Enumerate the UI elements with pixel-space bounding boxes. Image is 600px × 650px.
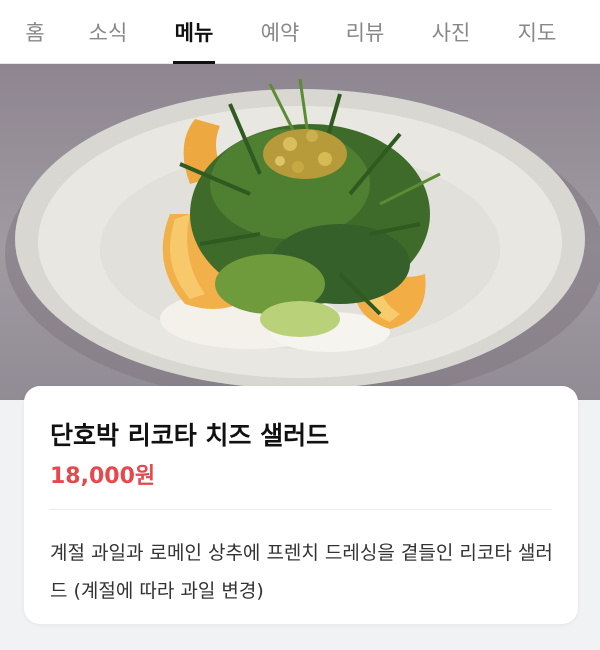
menu-item-description: 계절 과일과 로메인 상추에 프렌치 드레싱을 곁들인 리코타 샐러드 (계절에… [50, 542, 553, 602]
tab-label: 메뉴 [174, 21, 214, 45]
tab-label: 지도 [517, 21, 557, 45]
menu-item-photo[interactable] [0, 64, 600, 400]
tab-label: 리뷰 [345, 21, 385, 45]
tab-reviews[interactable]: 리뷰 [330, 0, 400, 64]
tab-label: 홈 [25, 21, 45, 45]
tab-label: 사진 [431, 21, 471, 45]
menu-item-card: 단호박 리코타 치즈 샐러드 18,000원 계절 과일과 로메인 상추에 프렌… [24, 386, 578, 624]
tab-photos[interactable]: 사진 [416, 0, 486, 64]
tab-news[interactable]: 소식 [73, 0, 143, 64]
menu-item-name: 단호박 리코타 치즈 샐러드 [50, 421, 330, 450]
tab-label: 예약 [260, 21, 300, 45]
menu-tab-bar: 홈 소식 메뉴 예약 리뷰 사진 지도 [0, 0, 600, 64]
divider [50, 509, 552, 510]
tab-map[interactable]: 지도 [502, 0, 572, 64]
tab-label: 소식 [88, 21, 128, 45]
tab-menu[interactable]: 메뉴 [159, 0, 229, 64]
tab-reservation[interactable]: 예약 [245, 0, 315, 64]
menu-item-price: 18,000원 [50, 464, 156, 489]
tab-home[interactable]: 홈 [0, 0, 70, 64]
salad-plate-illustration [5, 78, 600, 400]
